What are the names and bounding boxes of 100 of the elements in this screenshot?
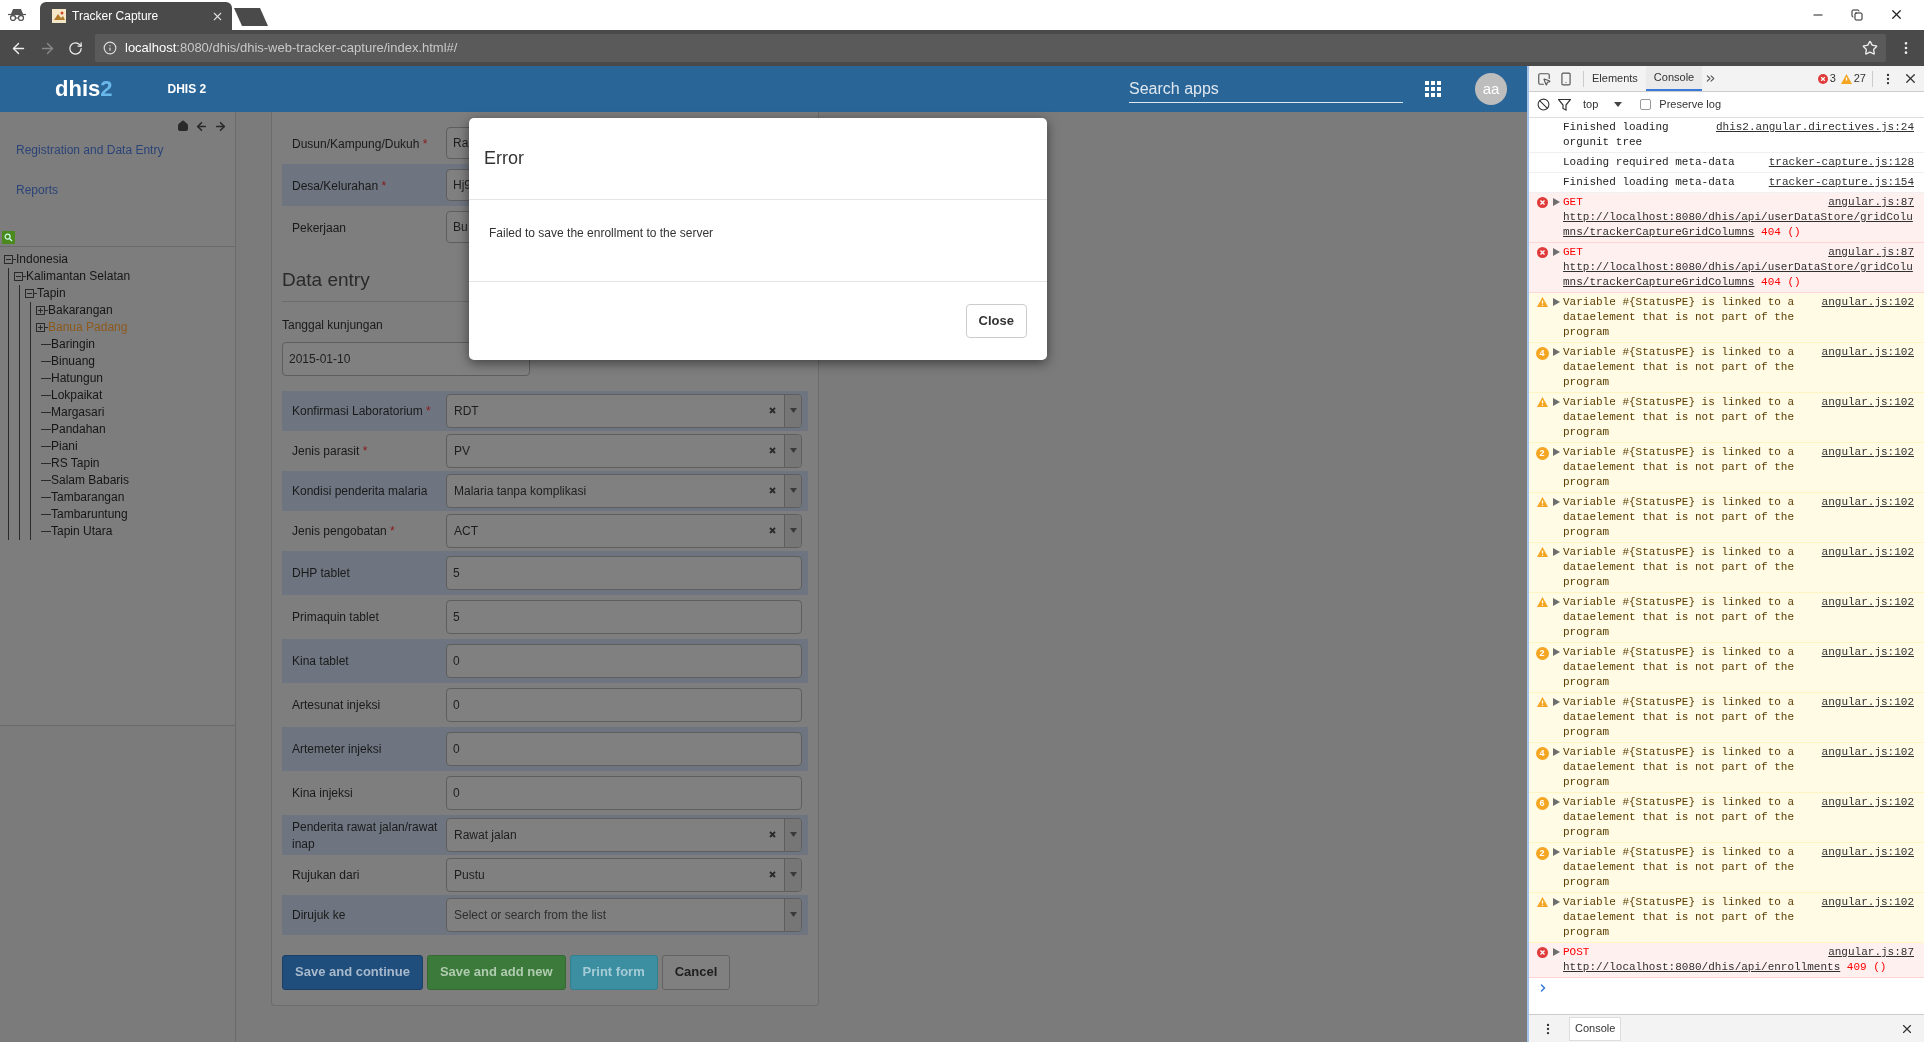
- tree-item[interactable]: Tambarangan: [51, 490, 125, 505]
- input-field[interactable]: 5: [446, 555, 802, 590]
- clear-icon[interactable]: [769, 487, 776, 494]
- source-link[interactable]: angular.js:87: [1828, 945, 1914, 960]
- source-link[interactable]: dhis2.angular.directives.js:24: [1715, 120, 1914, 135]
- new-tab-button[interactable]: [234, 8, 268, 26]
- context-selector[interactable]: top: [1583, 96, 1599, 113]
- dropdown-field[interactable]: Malaria tanpa komplikasi: [446, 473, 802, 508]
- collapse-icon[interactable]: [14, 272, 23, 281]
- expand-triangle-icon[interactable]: [1552, 248, 1560, 256]
- source-link[interactable]: angular.js:87: [1828, 195, 1914, 210]
- tree-item[interactable]: RS Tapin: [51, 456, 100, 471]
- source-link[interactable]: angular.js:102: [1821, 345, 1914, 360]
- dropdown-field[interactable]: Rawat jalan: [446, 817, 802, 852]
- source-link[interactable]: angular.js:87: [1828, 245, 1914, 260]
- close-button[interactable]: Close: [965, 304, 1027, 338]
- expand-triangle-icon[interactable]: [1552, 798, 1560, 806]
- source-link[interactable]: angular.js:102: [1821, 795, 1914, 810]
- collapse-icon[interactable]: [25, 289, 34, 298]
- sidebar-link[interactable]: Reports: [16, 181, 59, 199]
- input-field[interactable]: 5: [446, 599, 802, 634]
- tree-item[interactable]: Margasari: [51, 405, 105, 420]
- input-field[interactable]: 0: [446, 731, 802, 766]
- collapse-icon[interactable]: [4, 255, 13, 264]
- expand-triangle-icon[interactable]: [1552, 598, 1560, 606]
- source-link[interactable]: angular.js:102: [1821, 895, 1914, 910]
- caret-icon[interactable]: [1614, 102, 1623, 107]
- expand-triangle-icon[interactable]: [1552, 848, 1560, 856]
- expand-icon[interactable]: [36, 323, 45, 332]
- tree-item[interactable]: Bakarangan: [48, 303, 113, 318]
- clear-icon[interactable]: [769, 871, 776, 878]
- expand-triangle-icon[interactable]: [1552, 398, 1560, 406]
- inspect-icon[interactable]: [1537, 71, 1551, 86]
- tree-item[interactable]: Tambaruntung: [51, 507, 128, 522]
- input-field[interactable]: 0: [446, 643, 802, 678]
- search-icon[interactable]: [2, 231, 15, 244]
- app-title[interactable]: DHIS 2: [167, 80, 207, 98]
- clear-icon[interactable]: [769, 447, 776, 454]
- search-field[interactable]: Search apps: [1129, 75, 1403, 103]
- dropdown-field[interactable]: RDT: [446, 393, 802, 428]
- tree-item[interactable]: Indonesia: [16, 252, 69, 267]
- source-link[interactable]: angular.js:102: [1821, 545, 1914, 560]
- form-button[interactable]: Cancel: [661, 954, 731, 990]
- forward-icon[interactable]: [214, 120, 227, 133]
- tree-item[interactable]: Hatungun: [51, 371, 104, 386]
- source-link[interactable]: angular.js:102: [1821, 595, 1914, 610]
- tree-item[interactable]: Tapin: [37, 286, 66, 301]
- device-icon[interactable]: [1559, 71, 1573, 86]
- tree-item[interactable]: Binuang: [51, 354, 96, 369]
- source-link[interactable]: angular.js:102: [1821, 445, 1914, 460]
- expand-icon[interactable]: [36, 306, 45, 315]
- expand-triangle-icon[interactable]: [1552, 198, 1560, 206]
- clear-console-icon[interactable]: [1537, 98, 1550, 111]
- drawer-tab[interactable]: Console: [1569, 1016, 1622, 1041]
- form-button[interactable]: Save and continue: [282, 954, 423, 990]
- clear-icon[interactable]: [769, 831, 776, 838]
- tree-item[interactable]: Pandahan: [51, 422, 106, 437]
- expand-triangle-icon[interactable]: [1552, 548, 1560, 556]
- dropdown-field[interactable]: ACT: [446, 513, 802, 548]
- back-icon[interactable]: [195, 120, 208, 133]
- form-button[interactable]: Save and add new: [426, 954, 566, 990]
- close-icon[interactable]: [1889, 7, 1904, 22]
- apps-grid-icon[interactable]: [1425, 81, 1441, 97]
- source-link[interactable]: angular.js:102: [1821, 495, 1914, 510]
- source-link[interactable]: angular.js:102: [1821, 745, 1914, 760]
- close-icon[interactable]: [1903, 71, 1918, 86]
- filter-icon[interactable]: [1558, 98, 1571, 111]
- source-link[interactable]: tracker-capture.js:128: [1768, 155, 1914, 170]
- devtools-tab[interactable]: Elements: [1584, 66, 1646, 91]
- devtools-tab[interactable]: Console: [1645, 66, 1703, 91]
- clear-icon[interactable]: [769, 407, 776, 414]
- expand-triangle-icon[interactable]: [1552, 298, 1560, 306]
- tree-item[interactable]: Salam Babaris: [51, 473, 130, 488]
- source-link[interactable]: angular.js:102: [1821, 695, 1914, 710]
- checkbox[interactable]: [1640, 99, 1652, 110]
- dropdown-field[interactable]: PV: [446, 433, 802, 468]
- tree-item[interactable]: Kalimantan Selatan: [26, 269, 131, 284]
- expand-triangle-icon[interactable]: [1552, 748, 1560, 756]
- tree-item[interactable]: Lokpaikat: [51, 388, 103, 403]
- sidebar-link[interactable]: Registration and Data Entry: [16, 141, 164, 159]
- expand-triangle-icon[interactable]: [1552, 948, 1560, 956]
- source-link[interactable]: angular.js:102: [1821, 395, 1914, 410]
- expand-triangle-icon[interactable]: [1552, 648, 1560, 656]
- address-bar[interactable]: localhost:8080/dhis/dhis-web-tracker-capture/index.html#/: [95, 34, 1886, 62]
- expand-triangle-icon[interactable]: [1552, 498, 1560, 506]
- info-icon[interactable]: [103, 41, 117, 55]
- source-link[interactable]: angular.js:102: [1821, 845, 1914, 860]
- tree-item[interactable]: Piani: [51, 439, 78, 454]
- reload-icon[interactable]: [68, 40, 83, 56]
- home-icon[interactable]: [177, 120, 189, 132]
- input-field[interactable]: 0: [446, 687, 802, 722]
- tree-item[interactable]: Tapin Utara: [51, 524, 113, 539]
- dropdown-field[interactable]: Select or search from the list: [446, 897, 802, 932]
- source-link[interactable]: angular.js:102: [1821, 295, 1914, 310]
- expand-triangle-icon[interactable]: [1552, 348, 1560, 356]
- expand-triangle-icon[interactable]: [1552, 698, 1560, 706]
- expand-triangle-icon[interactable]: [1552, 448, 1560, 456]
- restore-icon[interactable]: [1851, 8, 1863, 21]
- bookmark-star-icon[interactable]: [1862, 40, 1878, 56]
- tree-item[interactable]: Baringin: [51, 337, 96, 352]
